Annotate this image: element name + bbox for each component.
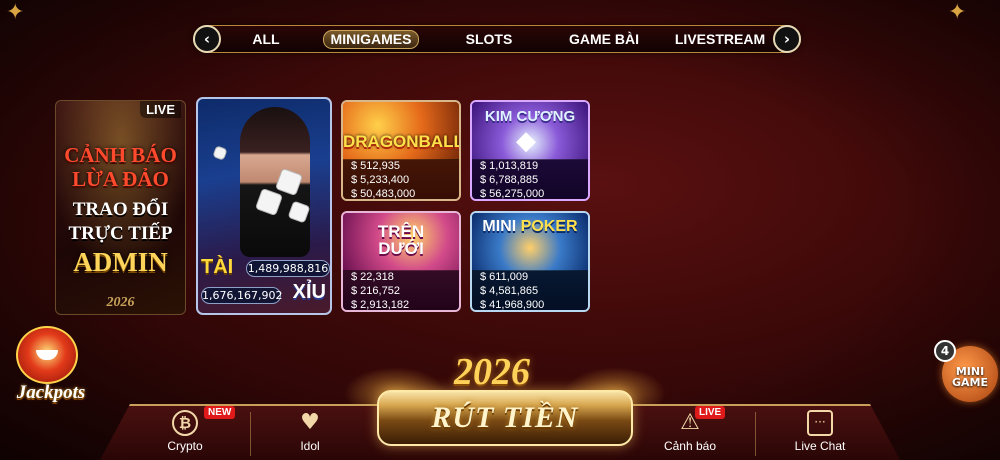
idol-button[interactable]: ♥ Idol xyxy=(265,406,355,460)
year-2026-banner: 2026 xyxy=(454,351,530,393)
mini-poker-game-card[interactable]: MINI POKER $ 611,009 $ 4,581,865 $ 41,96… xyxy=(470,211,590,312)
jackpot-value: $ 512,935 xyxy=(351,160,400,172)
live-badge: LIVE xyxy=(140,101,181,118)
mini-game-button[interactable]: 4 MINI GAME xyxy=(934,338,1000,406)
chevron-left-icon: ‹ xyxy=(203,30,211,48)
jackpot-value: $ 1,013,819 xyxy=(480,160,539,172)
diamond-icon: ◆ xyxy=(516,126,536,156)
jackpots-label: Jackpots xyxy=(16,382,86,403)
live-badge: LIVE xyxy=(695,406,726,419)
kimcuong-jackpots: $ 1,013,819 $ 6,788,885 $ 56,275,000 xyxy=(472,159,588,200)
banner-line-trao-doi: TRAO ĐỔI xyxy=(72,199,169,220)
poker-label: POKER xyxy=(520,218,578,235)
mini-poker-jackpots: $ 611,009 $ 4,581,865 $ 41,968,900 xyxy=(472,270,588,311)
mini-game-count-badge: 4 xyxy=(934,340,956,362)
xiu-jackpot-value: 1,676,167,902 xyxy=(201,287,283,304)
tab-game-bai[interactable]: GAME BÀI xyxy=(564,30,644,49)
dragonball-jackpots: $ 512,935 $ 5,233,400 $ 50,483,000 xyxy=(343,159,459,200)
tab-prev-arrow-button[interactable]: ‹ xyxy=(193,25,221,53)
mini-game-label-line2: GAME xyxy=(951,376,988,389)
jackpot-value: $ 5,233,400 xyxy=(351,174,410,186)
firecracker-decoration-left: ✦ xyxy=(6,0,25,25)
live-chat-label: Live Chat xyxy=(794,439,846,453)
tren-duoi-jackpots: $ 22,318 $ 216,752 $ 2,913,182 xyxy=(343,270,459,311)
tren-label: TRÊN xyxy=(377,222,425,241)
jackpot-value: $ 2,913,182 xyxy=(351,299,410,311)
tai-jackpot-value: 1,489,988,816 xyxy=(246,260,330,277)
kimcuong-game-card[interactable]: KIM CƯƠNG ◆ $ 1,013,819 $ 6,788,885 $ 56… xyxy=(470,100,590,201)
banner-line-canh-bao: CẢNH BÁO xyxy=(64,143,177,167)
chat-icon: ··· xyxy=(807,410,833,436)
jackpot-value: $ 22,318 xyxy=(351,271,394,283)
cashout-label: RÚT TIỀN xyxy=(431,401,579,434)
new-badge: NEW xyxy=(204,406,236,419)
bitcoin-icon: ₿ xyxy=(172,410,198,436)
lion-dance-icon xyxy=(16,326,78,384)
banner-year: 2026 xyxy=(106,295,135,310)
canh-bao-label: Cảnh báo xyxy=(663,439,717,453)
jackpot-value: $ 6,788,885 xyxy=(480,174,539,186)
crypto-button[interactable]: ₿ Crypto NEW xyxy=(140,406,236,460)
mini-poker-logo: MINI POKER xyxy=(472,219,588,235)
jackpot-value: $ 4,581,865 xyxy=(480,285,539,297)
idol-label: Idol xyxy=(300,439,320,453)
jackpots-button[interactable]: Jackpots xyxy=(4,322,94,412)
jackpot-value: $ 50,483,000 xyxy=(351,188,416,200)
dice-image xyxy=(212,145,228,161)
canh-bao-button[interactable]: ⚠ Cảnh báo LIVE xyxy=(645,406,735,460)
tren-duoi-logo: TRÊN DƯỚI xyxy=(343,223,459,257)
tai-label: TÀI xyxy=(201,256,234,278)
chevron-right-icon: › xyxy=(783,30,791,48)
dragonball-logo: DRAGONBALL xyxy=(343,132,461,151)
duoi-label: DƯỚI xyxy=(378,239,424,258)
cashout-button[interactable]: RÚT TIỀN xyxy=(377,390,633,446)
live-chat-button[interactable]: ··· Live Chat xyxy=(775,406,865,460)
jackpot-value: $ 56,275,000 xyxy=(480,188,545,200)
nav-divider xyxy=(250,412,251,456)
jackpot-value: $ 41,968,900 xyxy=(480,299,545,311)
tab-minigames[interactable]: MINIGAMES xyxy=(323,30,419,49)
tab-slots[interactable]: SLOTS xyxy=(459,30,519,49)
scam-warning-live-banner[interactable]: LIVE CẢNH BÁO LỪA ĐẢO TRAO ĐỔI TRỰC TIẾP… xyxy=(55,100,186,315)
firecracker-decoration-right: ✦ xyxy=(948,0,967,25)
nav-divider xyxy=(755,412,756,456)
crypto-label: Crypto xyxy=(167,439,203,453)
banner-line-truc-tiep: TRỰC TIẾP xyxy=(68,223,173,244)
kimcuong-logo: KIM CƯƠNG xyxy=(484,108,576,125)
tab-next-arrow-button[interactable]: › xyxy=(773,25,801,53)
dragonball-game-card[interactable]: DRAGONBALL $ 512,935 $ 5,233,400 $ 50,48… xyxy=(341,100,461,201)
mini-label: MINI xyxy=(482,218,517,235)
mini-game-label: MINI GAME xyxy=(940,366,1000,388)
tab-all[interactable]: ALL xyxy=(246,30,286,49)
xiu-label: XỈU xyxy=(292,281,326,303)
taixiu-game-card[interactable]: TÀI 1,489,988,816 1,676,167,902 XỈU xyxy=(196,97,332,315)
heart-icon: ♥ xyxy=(300,410,320,435)
banner-line-lua-dao: LỪA ĐẢO xyxy=(72,167,169,191)
jackpot-value: $ 216,752 xyxy=(351,285,400,297)
tren-duoi-game-card[interactable]: TRÊN DƯỚI $ 22,318 $ 216,752 $ 2,913,182 xyxy=(341,211,461,312)
banner-line-admin: ADMIN xyxy=(73,247,168,277)
tab-livestream[interactable]: LIVESTREAM xyxy=(674,30,766,49)
category-tab-bar: ‹ ALL MINIGAMES SLOTS GAME BÀI LIVESTREA… xyxy=(193,25,801,53)
jackpot-value: $ 611,009 xyxy=(480,271,529,283)
